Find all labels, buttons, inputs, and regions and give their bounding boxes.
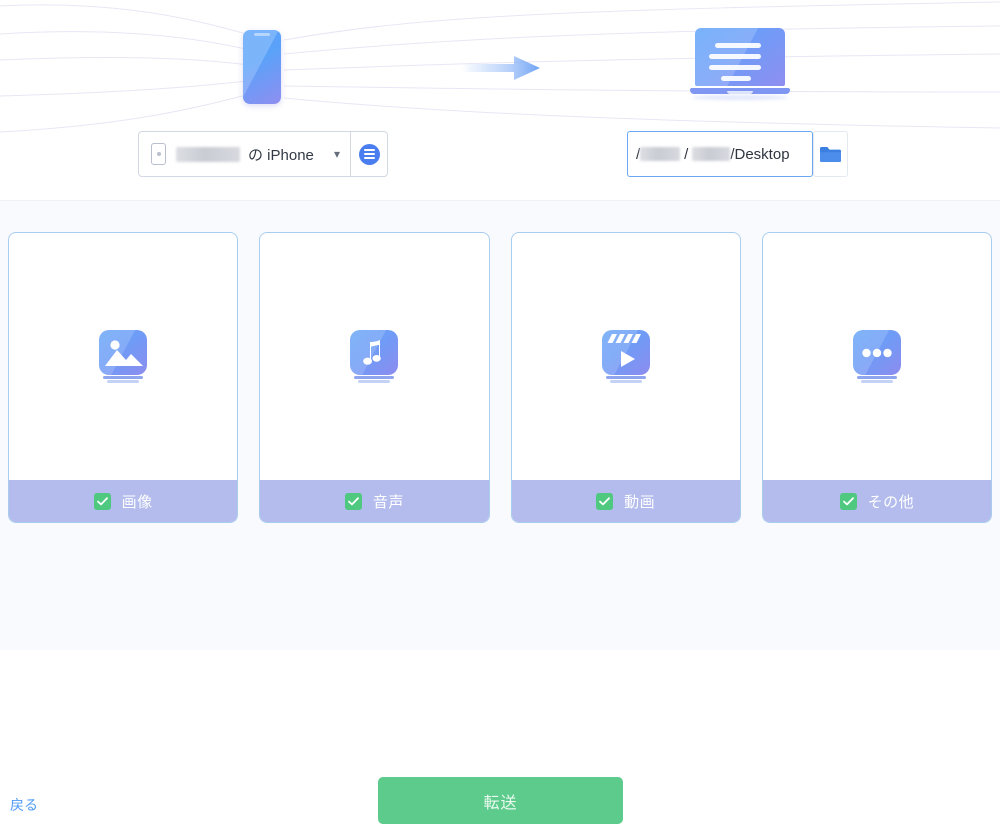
- card-footer-audio[interactable]: 音声: [260, 480, 489, 522]
- browse-folder-button[interactable]: [813, 131, 848, 177]
- device-name-redacted: [176, 146, 240, 162]
- hero-section: の iPhone ▾ / / /Desktop: [0, 0, 1000, 200]
- card-footer-images[interactable]: 画像: [9, 480, 238, 522]
- music-note-icon: [348, 329, 400, 384]
- device-menu-button[interactable]: [350, 131, 388, 177]
- card-footer-other[interactable]: その他: [762, 480, 991, 522]
- checkbox-other[interactable]: [839, 492, 857, 510]
- more-dots-icon: [851, 329, 903, 384]
- source-device-label: の iPhone: [248, 146, 314, 164]
- transfer-button[interactable]: 転送: [378, 777, 623, 824]
- card-footer-video[interactable]: 動画: [511, 480, 740, 522]
- destination-path-field[interactable]: / / /Desktop: [627, 131, 813, 177]
- card-body: [9, 233, 237, 480]
- laptop-text-line: [721, 76, 751, 81]
- checkbox-audio[interactable]: [344, 492, 362, 510]
- card-label-video: 動画: [624, 493, 656, 511]
- arrow-right-icon: [462, 56, 540, 80]
- card-label-audio: 音声: [372, 493, 404, 511]
- chevron-down-icon[interactable]: ▾: [334, 148, 340, 160]
- category-card-images[interactable]: 画像: [8, 232, 239, 523]
- category-card-video[interactable]: 動画: [510, 232, 741, 523]
- source-device-select[interactable]: の iPhone ▾: [138, 131, 350, 177]
- laptop-text-line: [709, 65, 761, 70]
- card-body: [763, 233, 991, 480]
- path-tail: /Desktop: [730, 145, 790, 163]
- card-label-images: 画像: [121, 493, 153, 511]
- laptop-shadow: [692, 95, 788, 100]
- laptop-text-line: [715, 43, 761, 48]
- laptop-illustration: [690, 28, 790, 100]
- laptop-base-notch: [727, 91, 753, 94]
- checkbox-images[interactable]: [93, 492, 111, 510]
- selector-row: の iPhone ▾ / / /Desktop: [0, 131, 1000, 179]
- laptop-text-line: [709, 54, 761, 59]
- phone-illustration: [243, 30, 281, 104]
- phone-icon: [151, 143, 166, 165]
- card-body: [512, 233, 740, 480]
- list-circle-icon: [358, 143, 380, 165]
- card-body: [260, 233, 488, 480]
- path-separator: /: [684, 145, 689, 163]
- folder-icon: [820, 146, 841, 162]
- back-link[interactable]: 戻る: [10, 795, 38, 815]
- category-card-list: 画像 音声 動画 その他: [8, 232, 992, 523]
- path-segment-redacted: [640, 147, 681, 161]
- laptop-screen: [695, 28, 785, 86]
- phone-sheen: [243, 30, 281, 104]
- checkbox-video[interactable]: [596, 492, 614, 510]
- phone-notch: [254, 33, 270, 36]
- card-label-other: その他: [867, 493, 915, 511]
- video-icon: [600, 329, 652, 384]
- category-card-other[interactable]: その他: [761, 232, 992, 523]
- content-section: 画像 音声 動画 その他 戻る 転送: [0, 200, 1000, 824]
- path-segment-redacted: [692, 147, 731, 161]
- category-card-audio[interactable]: 音声: [259, 232, 490, 523]
- image-icon: [97, 329, 149, 384]
